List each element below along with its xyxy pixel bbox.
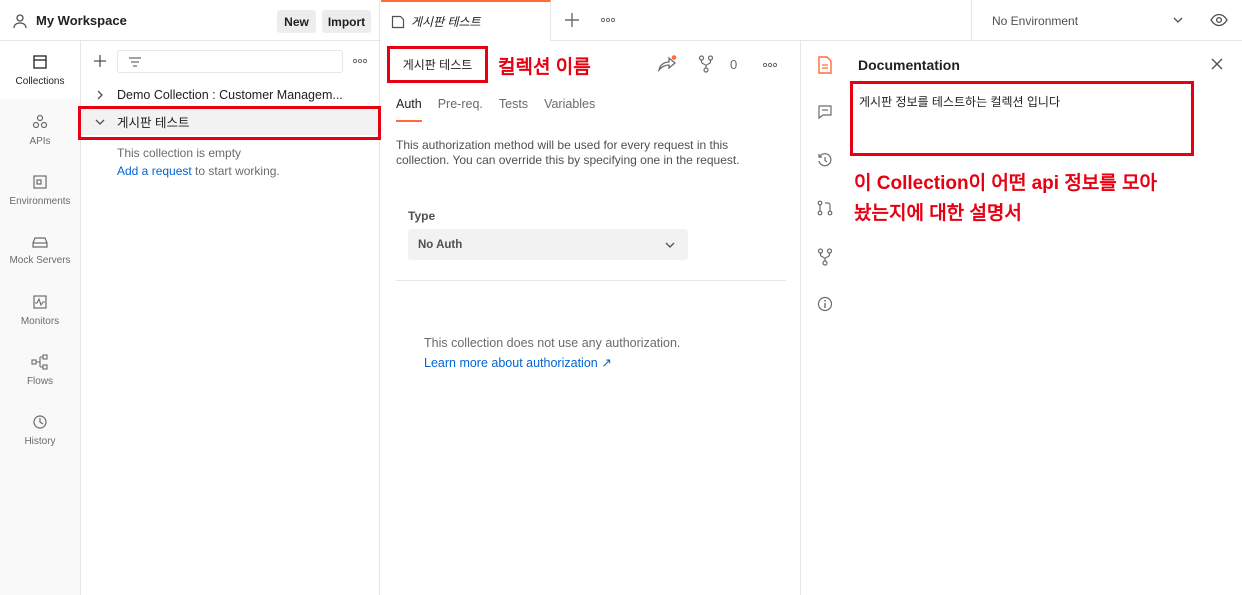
annotation-line: 이 Collection이 어떤 api 정보를 모아	[854, 173, 1158, 194]
rail-label: History	[24, 435, 56, 447]
mock-servers-icon	[31, 235, 49, 249]
collection-main: 게시판 테스트 컬렉션 이름 0 Auth Pre-req. Tests Var…	[381, 41, 801, 595]
rail-item-history[interactable]: History	[0, 401, 80, 459]
rail-label: Collections	[15, 75, 65, 87]
filter-icon	[128, 56, 142, 68]
main-more-icon[interactable]	[762, 62, 778, 68]
annotation-highlight-box	[78, 106, 381, 140]
documentation-description[interactable]: 게시판 정보를 테스트하는 컬렉션 입니다	[850, 81, 1194, 156]
documentation-icon[interactable]	[817, 56, 835, 74]
annotation-line: 놨는지에 대한 설명서	[854, 203, 1022, 224]
rail-item-mock-servers[interactable]: Mock Servers	[0, 221, 80, 279]
workspace-header: My Workspace New Import	[0, 0, 380, 41]
info-icon[interactable]	[817, 296, 835, 314]
add-request-suffix: to start working.	[191, 164, 280, 178]
monitors-icon	[32, 294, 48, 310]
filter-input[interactable]	[117, 50, 343, 73]
environment-selector[interactable]: No Environment	[971, 0, 1242, 41]
rail-label: APIs	[29, 135, 51, 147]
flows-icon	[31, 353, 49, 370]
tab-more-icon[interactable]	[600, 17, 616, 23]
auth-description: This authorization method will be used f…	[396, 138, 740, 167]
collections-icon	[32, 54, 48, 70]
history-icon	[32, 414, 48, 430]
eye-icon[interactable]	[1210, 13, 1228, 27]
fork-count: 0	[730, 57, 738, 72]
import-button[interactable]: Import	[322, 10, 371, 33]
documentation-title: Documentation	[858, 57, 960, 73]
collection-item-demo[interactable]: Demo Collection : Customer Managem...	[81, 81, 380, 108]
rail-item-collections[interactable]: Collections	[0, 41, 80, 99]
empty-collection-text: This collection is empty	[117, 146, 242, 160]
changelog-icon[interactable]	[817, 152, 835, 170]
auth-type-value: No Auth	[418, 238, 463, 251]
tab-pre-req[interactable]: Pre-req.	[438, 97, 483, 122]
annotation-collection-name: 컬렉션 이름	[498, 57, 591, 78]
tab-collection[interactable]: 게시판 테스트	[381, 0, 551, 41]
right-rail	[802, 41, 850, 595]
chevron-right-icon[interactable]	[95, 90, 107, 100]
forks-icon[interactable]	[817, 248, 835, 266]
rail-item-environments[interactable]: Environments	[0, 161, 80, 219]
annotation-documentation: 이 Collection이 어떤 api 정보를 모아 놨는지에 대한 설명서	[854, 169, 1234, 229]
tab-tests[interactable]: Tests	[499, 97, 528, 122]
pull-requests-icon[interactable]	[817, 200, 835, 218]
auth-type-select[interactable]: No Auth	[408, 229, 688, 260]
left-rail: Collections APIs Environments Mock Serve…	[0, 41, 81, 595]
collection-title[interactable]: 게시판 테스트	[387, 46, 488, 83]
rail-label: Environments	[9, 195, 71, 207]
user-icon[interactable]	[12, 13, 28, 29]
rail-label: Flows	[26, 375, 54, 387]
chevron-down-icon	[664, 240, 676, 250]
type-label: Type	[408, 209, 436, 223]
rail-item-flows[interactable]: Flows	[0, 341, 80, 399]
workspace-title[interactable]: My Workspace	[36, 13, 127, 28]
comments-icon[interactable]	[817, 104, 835, 122]
add-request-link[interactable]: Add a request	[117, 164, 192, 178]
tab-label: 게시판 테스트	[411, 15, 481, 29]
rail-item-apis[interactable]: APIs	[0, 101, 80, 159]
new-button[interactable]: New	[277, 10, 316, 33]
close-icon[interactable]	[1211, 58, 1223, 70]
share-icon[interactable]	[657, 55, 677, 73]
collection-name: Demo Collection : Customer Managem...	[117, 87, 343, 102]
no-auth-text: This collection does not use any authori…	[424, 336, 681, 350]
sidebar-more-icon[interactable]	[352, 58, 368, 64]
collection-tab-icon	[391, 15, 405, 29]
top-bar: My Workspace New Import 게시판 테스트 No Envir…	[0, 0, 1242, 41]
collection-tabs: Auth Pre-req. Tests Variables	[396, 97, 611, 122]
apis-icon	[32, 114, 48, 130]
documentation-panel: Documentation 게시판 정보를 테스트하는 컬렉션 입니다 이 Co…	[850, 41, 1242, 595]
tab-variables[interactable]: Variables	[544, 97, 595, 122]
add-tab-icon[interactable]	[564, 12, 580, 28]
add-request-hint: Add a request to start working.	[117, 164, 280, 178]
tab-auth[interactable]: Auth	[396, 97, 422, 122]
rail-label: Mock Servers	[9, 254, 71, 266]
fork-icon[interactable]	[698, 55, 714, 73]
chevron-down-icon	[1172, 15, 1184, 25]
add-collection-icon[interactable]	[93, 54, 107, 68]
rail-label: Monitors	[20, 315, 60, 327]
environments-icon	[32, 174, 48, 190]
environment-selected: No Environment	[992, 13, 1079, 28]
rail-item-monitors[interactable]: Monitors	[0, 281, 80, 339]
learn-more-link[interactable]: Learn more about authorization ↗	[424, 355, 612, 370]
divider	[396, 280, 786, 281]
